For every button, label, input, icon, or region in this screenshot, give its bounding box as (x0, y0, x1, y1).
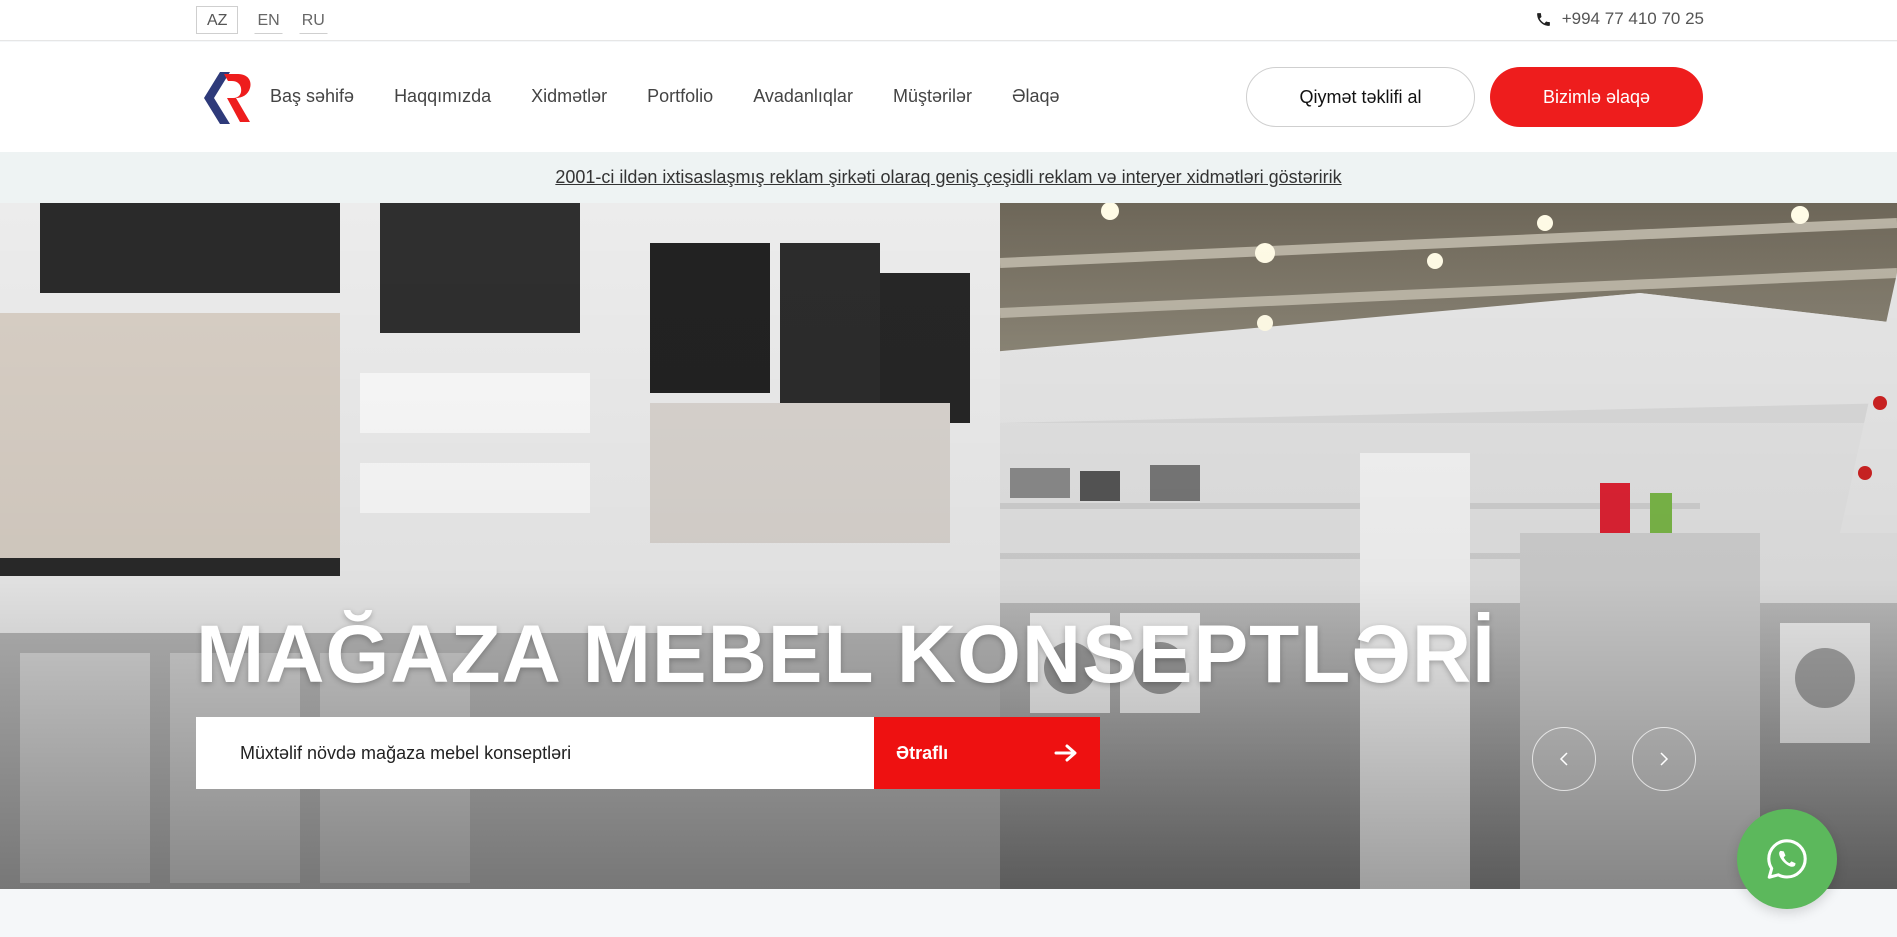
announcement-bar: 2001-ci ildən ixtisaslaşmış reklam şirkə… (0, 152, 1897, 203)
nav-equipment[interactable]: Avadanlıqlar (753, 86, 853, 107)
hero-cta-box: Müxtəlif növdə mağaza mebel konseptləri … (196, 717, 1100, 789)
lang-az[interactable]: AZ (196, 6, 239, 34)
chevron-left-icon (1559, 752, 1568, 766)
more-button[interactable]: Ətraflı (874, 717, 1100, 789)
whatsapp-button[interactable] (1737, 809, 1837, 909)
hero-slider: MAĞAZA MEBEL KONSEPTLƏRİ Müxtəlif növdə … (0, 203, 1897, 889)
more-button-label: Ətraflı (896, 742, 949, 763)
hero-subtitle: Müxtəlif növdə mağaza mebel konseptləri (196, 717, 874, 789)
arrow-right-icon (1054, 744, 1077, 762)
whatsapp-icon (1767, 839, 1807, 879)
logo-icon[interactable] (196, 68, 252, 128)
hero-title: MAĞAZA MEBEL KONSEPTLƏRİ (196, 609, 1496, 700)
nav-home[interactable]: Baş səhifə (270, 86, 354, 107)
lang-ru[interactable]: RU (298, 6, 328, 34)
get-quote-button[interactable]: Qiymət təklifi al (1246, 67, 1475, 127)
top-bar: AZ EN RU +994 77 410 70 25 (0, 0, 1897, 41)
main-nav: Baş səhifə Haqqımızda Xidmətlər Portfoli… (270, 86, 1060, 107)
nav-contact[interactable]: Əlaqə (1012, 86, 1060, 107)
phone-icon (1536, 12, 1550, 26)
main-header: Baş səhifə Haqqımızda Xidmətlər Portfoli… (0, 42, 1897, 152)
chevron-right-icon (1660, 752, 1669, 766)
slider-prev-button[interactable] (1532, 727, 1596, 791)
phone-contact[interactable]: +994 77 410 70 25 (1535, 9, 1704, 29)
announcement-link[interactable]: 2001-ci ildən ixtisaslaşmış reklam şirkə… (555, 167, 1341, 188)
lang-en[interactable]: EN (254, 6, 283, 34)
nav-about[interactable]: Haqqımızda (394, 86, 491, 107)
nav-services[interactable]: Xidmətlər (531, 86, 607, 107)
nav-clients[interactable]: Müştərilər (893, 86, 972, 107)
slider-next-button[interactable] (1632, 727, 1696, 791)
nav-portfolio[interactable]: Portfolio (647, 86, 713, 107)
contact-us-button[interactable]: Bizimlə əlaqə (1490, 67, 1703, 127)
language-switcher: AZ EN RU (196, 6, 328, 34)
phone-number: +994 77 410 70 25 (1561, 9, 1704, 28)
